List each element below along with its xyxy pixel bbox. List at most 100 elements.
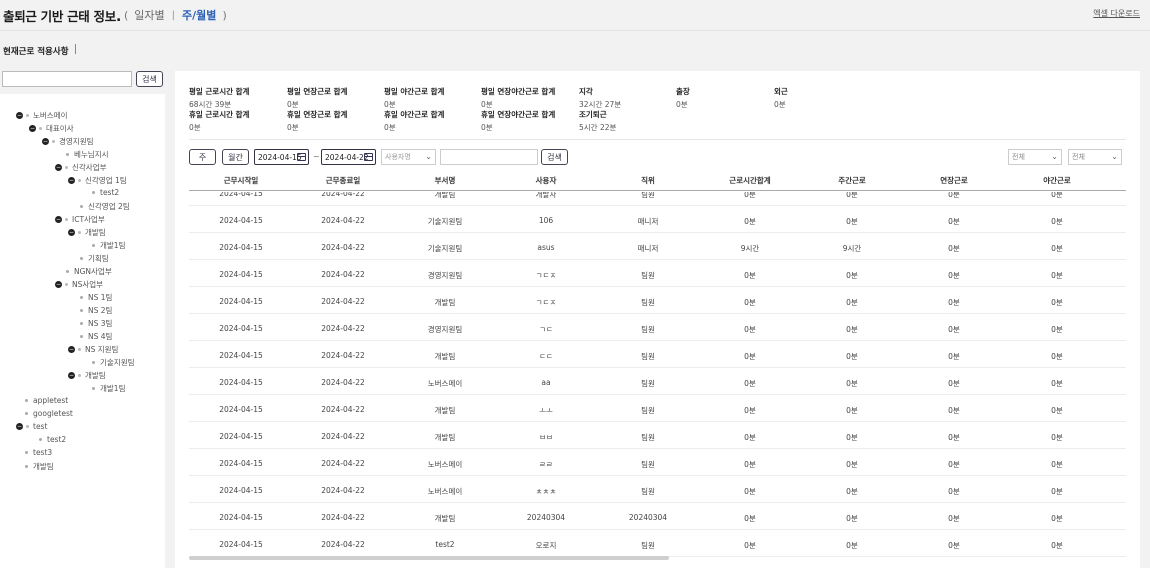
table-cell: 0분 <box>1051 487 1063 496</box>
table-row[interactable]: 2024-04-15 2024-04-22 경영지원팀 ㄱㄷ 팀원 0분 0분 0분 0분 <box>189 314 1126 341</box>
table-row[interactable]: 2024-04-15 2024-04-22 개발팀 20240304 20240304 0… <box>189 503 1126 530</box>
table-row[interactable]: 2024-04-15 2024-04-22 개발팀 ㄷㄷ 팀원 0분 0분 0분 0분 <box>189 341 1126 368</box>
tree-node[interactable]: − 신각영업 1팀 <box>68 175 127 186</box>
tree-node[interactable]: 개발1팀 <box>92 383 125 394</box>
tree-node[interactable]: NS 2팀 <box>80 305 112 316</box>
summary-label: 휴일 근로시간 합계 <box>189 110 250 119</box>
table-row[interactable]: 2024-04-15 2024-04-22 기술지원팀 106 매니저 0분 0분 0분 0분 <box>189 206 1126 233</box>
collapse-icon[interactable]: − <box>55 164 62 171</box>
tree-node[interactable]: test2 <box>39 435 66 444</box>
user-select[interactable]: 사용자명 ⌄ <box>381 149 436 165</box>
table-cell: 기술지원팀 <box>427 244 463 253</box>
filter-select-1[interactable]: 전체 ⌄ <box>1008 149 1062 165</box>
tree-node-label: test <box>33 422 48 431</box>
tab-weekly-monthly[interactable]: 주/월별 <box>182 7 216 23</box>
tree-node[interactable]: NGN사업부 <box>66 266 112 277</box>
table-row[interactable]: 2024-04-15 2024-04-22 경영지원팀 ㄱㄷㅈ 팀원 0분 0분 0분 0분 <box>189 260 1126 287</box>
tree-node[interactable]: NS 3팀 <box>80 318 112 329</box>
tree-node[interactable]: − 경영지원팀 <box>42 136 94 147</box>
collapse-icon[interactable]: − <box>68 346 75 353</box>
calendar-icon[interactable] <box>297 153 306 161</box>
week-button[interactable]: 주 <box>189 149 216 165</box>
column-header[interactable]: 근무시작일 <box>224 175 259 186</box>
dept-search-input[interactable] <box>2 71 132 87</box>
tree-node[interactable]: googletest <box>25 409 73 418</box>
excel-download-link[interactable]: 엑셀 다운로드 <box>1093 8 1140 19</box>
summary-label: 조기퇴근 <box>579 110 607 119</box>
tree-node[interactable]: NS 4팀 <box>80 331 112 342</box>
table-cell: 2024-04-22 <box>321 270 365 279</box>
table-row[interactable]: 2024-04-15 2024-04-22 test2 오로지 팀원 0분 0분 0분 0분 <box>189 530 1126 557</box>
table-cell: ㄹㄹ <box>539 460 553 469</box>
tree-node[interactable]: − 신각사업부 <box>55 162 107 173</box>
collapse-icon[interactable]: − <box>68 177 75 184</box>
tab-daily[interactable]: 일자별 <box>134 7 164 23</box>
tree-node[interactable]: − test <box>16 422 47 431</box>
tree-node[interactable]: − NS 지원팀 <box>68 344 118 355</box>
horizontal-scrollbar[interactable] <box>189 556 669 560</box>
tree-node-label: ICT사업부 <box>72 215 105 224</box>
table-row[interactable]: 2024-04-15 2024-04-22 노버스메이 aa 팀원 0분 0분 0분 0분 <box>189 368 1126 395</box>
tree-node[interactable]: 베누님지시 <box>66 149 109 160</box>
table-cell: ㅗㅗ <box>539 406 553 415</box>
month-button[interactable]: 월간 <box>222 149 249 165</box>
collapse-icon[interactable]: − <box>68 372 75 379</box>
table-row[interactable]: 2024-04-15 2024-04-22 개발팀 개발자 팀원 0분 0분 0분 0분 <box>189 192 1126 206</box>
column-header[interactable]: 근로시간합계 <box>729 175 770 186</box>
tree-node[interactable]: test3 <box>25 448 52 457</box>
tree-node[interactable]: 기술지원팀 <box>92 357 135 368</box>
table-cell: 2024-04-22 <box>321 405 365 414</box>
table-cell: 0분 <box>744 352 756 361</box>
tree-node[interactable]: − ICT사업부 <box>55 214 105 225</box>
filter-select-2[interactable]: 전체 ⌄ <box>1068 149 1122 165</box>
user-search-input[interactable] <box>440 149 538 165</box>
table-cell: 0분 <box>846 298 858 307</box>
table-row[interactable]: 2024-04-15 2024-04-22 개발팀 ㅗㅗ 팀원 0분 0분 0분 0분 <box>189 395 1126 422</box>
tree-node[interactable]: test2 <box>92 188 119 197</box>
column-header[interactable]: 주간근로 <box>838 175 866 186</box>
tree-node[interactable]: 개발팀 <box>25 461 54 472</box>
summary-label: 휴일 야간근로 합계 <box>384 110 445 119</box>
collapse-icon[interactable]: − <box>16 423 23 430</box>
table-row[interactable]: 2024-04-15 2024-04-22 노버스메이 ㄹㄹ 팀원 0분 0분 0분 0분 <box>189 449 1126 476</box>
summary-item: 지각 32시간 27분 <box>579 86 621 110</box>
search-button[interactable]: 검색 <box>541 149 568 165</box>
table-cell: 개발팀 <box>434 406 456 415</box>
filter-select-1-label: 전체 <box>1012 153 1025 161</box>
summary-item: 출장 0분 <box>676 86 690 110</box>
tree-node[interactable]: − 대표이사 <box>29 123 74 134</box>
tree-node[interactable]: − 개발팀 <box>68 227 106 238</box>
table-row[interactable]: 2024-04-15 2024-04-22 개발팀 ㄱㄷㅈ 팀원 0분 0분 0분 0분 <box>189 287 1126 314</box>
tree-node[interactable]: appletest <box>25 396 68 405</box>
collapse-icon[interactable]: − <box>55 216 62 223</box>
table-row[interactable]: 2024-04-15 2024-04-22 노버스메이 ㅊㅊㅊ 팀원 0분 0분 0분 0분 <box>189 476 1126 503</box>
tree-node[interactable]: 기획팀 <box>80 253 109 264</box>
column-header[interactable]: 사용자 <box>536 175 557 186</box>
tree-node[interactable]: 신각영업 2팀 <box>80 201 130 212</box>
column-header[interactable]: 야간근로 <box>1043 175 1071 186</box>
column-header[interactable]: 부서명 <box>435 175 456 186</box>
collapse-icon[interactable]: − <box>42 138 49 145</box>
tree-node[interactable]: NS 1팀 <box>80 292 112 303</box>
date-to-field[interactable]: 2024-04-22 <box>321 149 376 165</box>
tree-node[interactable]: − 노버스메이 <box>16 110 68 121</box>
table-row[interactable]: 2024-04-15 2024-04-22 개발팀 ㅂㅂ 팀원 0분 0분 0분 0분 <box>189 422 1126 449</box>
table-cell: 0분 <box>1051 298 1063 307</box>
collapse-icon[interactable]: − <box>68 229 75 236</box>
collapse-icon[interactable]: − <box>29 125 36 132</box>
table-row[interactable]: 2024-04-15 2024-04-22 기술지원팀 asus 매니저 9시간 9시간 0분… <box>189 233 1126 260</box>
collapse-icon[interactable]: − <box>16 112 23 119</box>
tree-node-label: NS 지원팀 <box>85 345 119 354</box>
tree-node[interactable]: 개발1팀 <box>92 240 125 251</box>
column-header[interactable]: 연장근로 <box>940 175 968 186</box>
table-cell: 0분 <box>846 271 858 280</box>
collapse-icon[interactable]: − <box>55 281 62 288</box>
date-from-field[interactable]: 2024-04-15 <box>254 149 309 165</box>
column-header[interactable]: 근무종료일 <box>326 175 361 186</box>
column-header[interactable]: 직위 <box>641 175 655 186</box>
tree-node[interactable]: − NS사업부 <box>55 279 103 290</box>
calendar-icon[interactable] <box>364 153 373 161</box>
tree-node-label: NS 2팀 <box>88 306 113 315</box>
tree-node[interactable]: − 개발팀 <box>68 370 106 381</box>
dept-search-button[interactable]: 검색 <box>136 71 163 87</box>
